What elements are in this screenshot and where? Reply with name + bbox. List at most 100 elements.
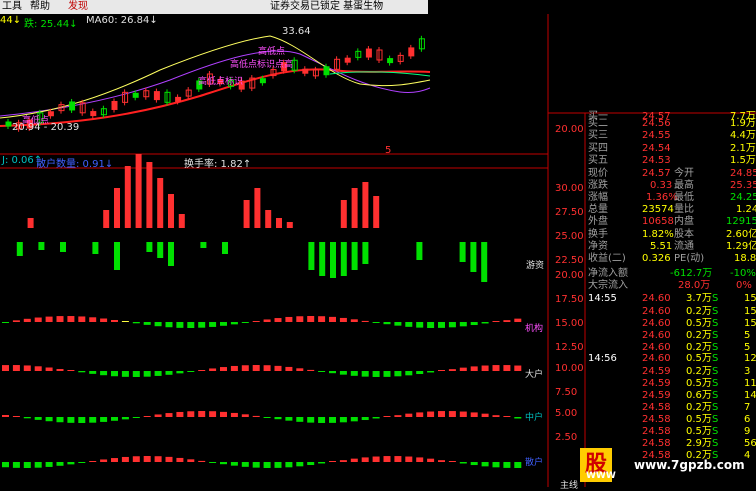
tick-row: 24.59 0.2万 S 3 [642,366,751,377]
band-bar [514,417,522,419]
band-bar [263,462,271,468]
band-bar [12,320,20,322]
band-bar [187,411,195,417]
band-bar [143,371,151,377]
axis-tick: 12.50 [555,342,584,353]
band-bar [187,371,195,372]
candle-body [153,91,160,101]
band-bar [132,322,140,324]
band-bar [132,456,140,462]
band-label-medium: 中户 [525,413,544,423]
band-bar [372,322,380,323]
band-bar [252,415,260,417]
tick-row: 14:56 24.60 0.5万 S 12 [588,353,756,364]
band-bar [481,322,489,324]
band-bar [34,317,42,322]
band-bar [329,417,336,423]
candle-body [47,111,54,117]
band-bar [220,411,227,417]
band-bar [176,411,184,417]
indicator-bar [243,200,250,228]
indicator-bar [351,188,358,228]
band-bar [132,371,140,377]
band-bar [263,417,271,418]
order-book-row: 买二 24.56 1.9万 [588,118,756,129]
band-bar [394,456,402,462]
band-bar [121,456,129,462]
band-bar [318,371,326,372]
indicator-bar [286,222,293,228]
band-bar [481,462,489,467]
tick-row: 24.60 0.2万 S 15 [642,306,756,317]
tick-row: 24.58 0.2万 S 7 [642,402,751,413]
band-bar [241,365,249,371]
window-title: 证券交易已锁定 基蛋生物 [270,1,384,12]
band-bar [307,462,315,466]
axis-tick: 10.00 [555,363,584,374]
band-bar [503,365,511,371]
band-bar [165,322,173,328]
band-bar [274,462,282,468]
indicator-bar [146,162,153,228]
band-bar [394,415,402,417]
band-bar [470,322,478,326]
band-bar [230,365,238,371]
band-bar [100,318,108,322]
band-bar [427,322,435,328]
band-bar [67,370,75,371]
candle-body [302,68,309,74]
indicator-bar [103,210,110,228]
band-bar [45,462,53,467]
indicator-bar [362,182,369,228]
band-bar [12,462,20,468]
band-bar [67,417,75,423]
axis-tick: 17.50 [555,294,584,305]
band-bar [285,316,293,322]
indicator-bar [27,218,34,228]
band-bar [198,322,206,328]
band-bar [2,414,9,417]
band-bar [350,371,358,376]
band-bar [56,417,64,423]
band-bar [78,462,86,463]
band-bar [438,370,445,371]
indicator-bar [340,242,347,276]
annotation-4: 高低点标识 [198,77,244,87]
band-bar [492,415,500,417]
band-bar [23,318,31,322]
band-bar [503,320,511,322]
indicator-bar [265,210,272,228]
band-bar [263,319,271,322]
menu-help[interactable]: 帮助 [30,0,50,14]
indicator-bar [351,242,358,270]
annotation-3: 高低点标识点高 [230,60,294,70]
band-bar [318,417,326,423]
band-bar [67,316,75,322]
menu-discover[interactable]: 发现 [68,0,88,14]
tick-row: 24.60 0.2万 S 5 [642,330,751,341]
indicator-bar [157,242,164,258]
band-bar [372,371,380,377]
band-bar [339,371,347,375]
tick-row: 24.58 0.5万 S 9 [642,426,751,437]
menu-tools[interactable]: 工具 [2,0,22,14]
axis-tick: 30.00 [555,183,584,194]
quote-row: 外盘 10658 内盘 12915 [588,216,756,227]
axis-tick: 27.50 [555,207,584,218]
band-bar [100,459,108,462]
band-bar [350,417,358,422]
fundamental-row: 净资 5.51 流通 1.29亿 [588,241,756,252]
band-bar [220,367,227,371]
band-bar [296,462,304,467]
band-bar [383,371,391,377]
band-bar [318,462,326,464]
band-bar [2,322,9,323]
quote-row: 涨跌 0.33 最高 25.35 [588,180,756,191]
indicator-bar [92,242,99,254]
candle-body [408,47,415,57]
band-bar [481,413,489,417]
order-book-row: 买五 24.53 1.5万 [588,155,756,166]
candle-body [259,78,266,84]
band-bar [383,416,391,417]
band-bar [230,462,238,466]
